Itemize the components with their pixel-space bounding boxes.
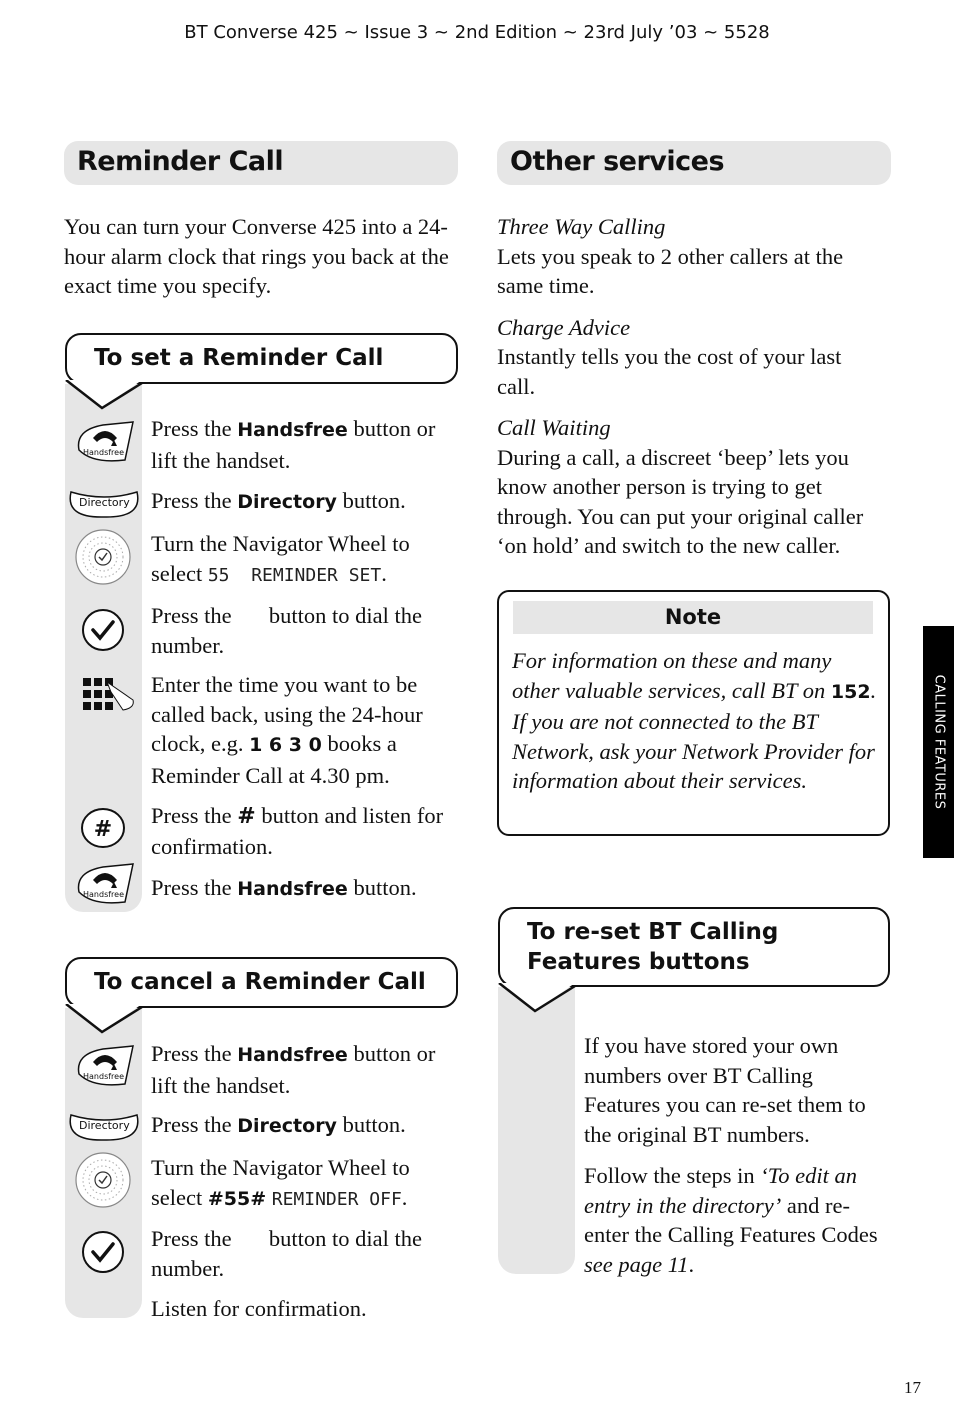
reset-instructions: If you have stored your own numbers over… <box>584 1031 884 1279</box>
svg-text:#: # <box>94 817 112 842</box>
service-description: During a call, a discreet ‘beep’ lets yo… <box>497 444 864 559</box>
set-step-4: Press the button to dial the number. <box>151 603 422 658</box>
cancel-step-2: Press the Directory button. <box>151 1112 406 1137</box>
hash-button-icon: # <box>81 808 125 848</box>
ok-check-button-icon <box>82 609 124 651</box>
reset-features-callout: To re-set BT Calling Features buttons <box>498 907 890 987</box>
reset-paragraph-2: Follow the steps in ‘To edit an entry in… <box>584 1163 878 1277</box>
intro-text: You can turn your Converse 425 into a 24… <box>64 214 449 298</box>
navigator-wheel-icon <box>75 1152 131 1208</box>
callout-title: To re-set BT Calling Features buttons <box>527 919 779 975</box>
set-step-3: Turn the Navigator Wheel to select 55 RE… <box>151 531 410 586</box>
keypad-icon <box>83 678 134 711</box>
services-list: Three Way Calling Lets you speak to 2 ot… <box>497 212 892 561</box>
phone-number: 152 <box>830 680 871 703</box>
set-reminder-callout: To set a Reminder Call <box>65 333 458 384</box>
note-box: Note For information on these and many o… <box>497 590 890 836</box>
svg-text:Handsfree: Handsfree <box>83 1072 124 1081</box>
reset-paragraph-1: If you have stored your own numbers over… <box>584 1033 866 1147</box>
service-name: Call Waiting <box>497 415 611 440</box>
cancel-step-4: Press the button to dial the number. <box>151 1226 422 1281</box>
navigator-wheel-icon <box>75 529 131 585</box>
service-description: Lets you speak to 2 other callers at the… <box>497 243 844 299</box>
set-step-5: Enter the time you want to be called bac… <box>151 672 423 788</box>
callout-title: To set a Reminder Call <box>94 345 384 371</box>
cancel-step-1: Press the Handsfree button or lift the h… <box>151 1041 436 1098</box>
directory-button-icon: Directory <box>69 1114 139 1141</box>
set-step-6: Press the # button and listen for confir… <box>151 803 444 859</box>
page-reference: see page 11 <box>584 1251 689 1277</box>
chapter-tab-label: CALLING FEATURES <box>931 674 946 810</box>
section-banner-reminder-call: Reminder Call <box>64 141 458 185</box>
set-step-7: Press the Handsfree button. <box>151 875 417 900</box>
cancel-step-3: Turn the Navigator Wheel to select #55# … <box>151 1155 410 1210</box>
section-title: Reminder Call <box>77 146 284 177</box>
lcd-display-text: REMINDER OFF <box>271 1188 402 1210</box>
svg-text:Handsfree: Handsfree <box>83 448 124 457</box>
service-item: Charge Advice Instantly tells you the co… <box>497 313 892 402</box>
callout-pointer <box>65 1004 143 1034</box>
service-item: Call Waiting During a call, a discreet ‘… <box>497 413 892 561</box>
svg-text:Directory: Directory <box>79 1119 130 1132</box>
handsfree-button-icon: Handsfree <box>77 421 134 462</box>
callout-pointer <box>65 380 143 410</box>
note-text: For information on these and many other … <box>512 648 877 793</box>
service-item: Three Way Calling Lets you speak to 2 ot… <box>497 212 892 301</box>
service-name: Charge Advice <box>497 314 631 340</box>
handsfree-button-icon: Handsfree <box>77 863 134 904</box>
running-head: BT Converse 425 ~ Issue 3 ~ 2nd Edition … <box>184 22 770 43</box>
svg-text:Handsfree: Handsfree <box>83 890 124 899</box>
lcd-display-text: 55 REMINDER SET <box>207 564 382 586</box>
directory-button-icon: Directory <box>69 491 139 518</box>
page-number: 17 <box>904 1378 921 1397</box>
cancel-step-5: Listen for confirmation. <box>151 1296 367 1321</box>
svg-text:Directory: Directory <box>79 496 130 509</box>
section-banner-other-services: Other services <box>497 141 891 185</box>
service-description: Instantly tells you the cost of your las… <box>497 344 842 399</box>
handsfree-button-icon: Handsfree <box>77 1045 134 1086</box>
ok-check-button-icon <box>82 1231 124 1273</box>
steps-strip <box>498 987 575 1274</box>
section-title: Other services <box>510 146 725 177</box>
callout-title: To cancel a Reminder Call <box>94 969 426 995</box>
note-heading: Note <box>513 601 873 634</box>
cancel-reminder-callout: To cancel a Reminder Call <box>65 957 458 1008</box>
callout-pointer <box>498 983 576 1013</box>
set-step-2: Press the Directory button. <box>151 488 406 513</box>
service-name: Three Way Calling <box>497 214 666 239</box>
intro-paragraph: You can turn your Converse 425 into a 24… <box>64 212 460 301</box>
chapter-tab: CALLING FEATURES <box>923 626 954 858</box>
set-step-1: Press the Handsfree button or lift the h… <box>151 416 436 473</box>
